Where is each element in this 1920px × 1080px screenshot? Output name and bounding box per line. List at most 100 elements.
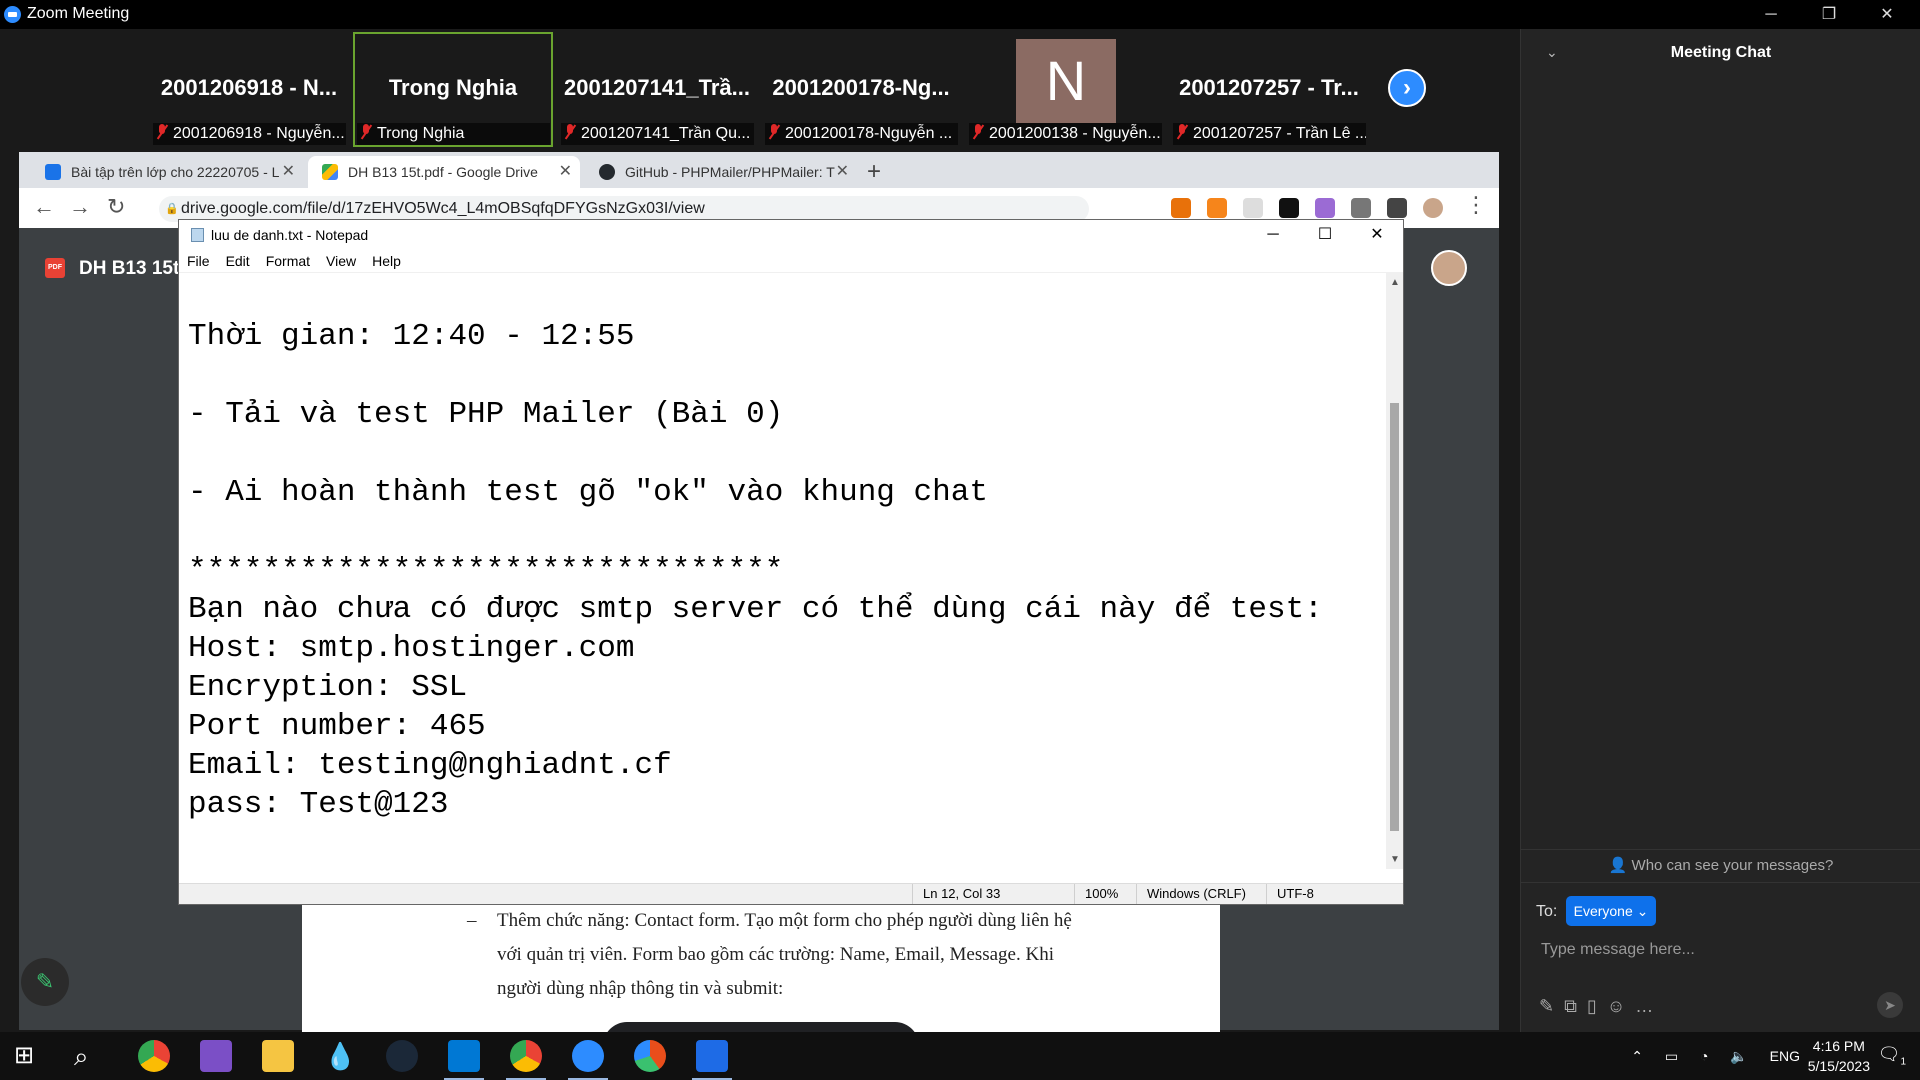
metamask-icon[interactable]	[1207, 198, 1227, 218]
vscode-icon[interactable]	[448, 1040, 480, 1072]
notepad-scrollbar[interactable]: ▲ ▼	[1386, 273, 1403, 869]
volume-icon[interactable]: 🔈	[1730, 1048, 1747, 1064]
file-icon[interactable]: ▯	[1587, 996, 1607, 1016]
emoji-icon[interactable]: ☺	[1607, 996, 1635, 1016]
chrome-profile-icon[interactable]	[510, 1040, 542, 1072]
menu-view[interactable]: View	[326, 253, 356, 269]
scrollbar-thumb[interactable]	[1390, 403, 1399, 831]
puzzle-icon[interactable]	[1351, 198, 1371, 218]
tab-classroom[interactable]: Bài tập trên lớp cho 22220705 - L ✕	[31, 156, 303, 188]
extension-icon[interactable]	[1279, 198, 1299, 218]
chat-message-input[interactable]	[1539, 934, 1903, 966]
scroll-down-icon[interactable]: ▼	[1390, 854, 1400, 865]
restore-button[interactable]: ❐	[1800, 0, 1858, 29]
notepad-icon	[191, 228, 204, 242]
page-text-line: người dùng nhập thông tin và submit:	[497, 978, 784, 999]
language-indicator[interactable]: ENG	[1770, 1048, 1800, 1064]
zoom-title-bar: Zoom Meeting ─ ❐ ✕	[0, 0, 1920, 29]
new-tab-button[interactable]: +	[867, 156, 881, 188]
who-can-see-text: Who can see your messages?	[1631, 857, 1834, 874]
more-icon[interactable]: …	[1635, 996, 1663, 1016]
send-icon[interactable]: ➤	[1877, 992, 1903, 1018]
notepad-maximize-button[interactable]: ☐	[1299, 220, 1351, 250]
notepad-title: luu de danh.txt - Notepad	[211, 227, 369, 243]
back-icon[interactable]: ←	[33, 194, 55, 220]
lock-icon: 🔒	[165, 203, 179, 215]
menu-edit[interactable]: Edit	[226, 253, 250, 269]
chat-title: Meeting Chat	[1670, 44, 1772, 61]
notepad-status-bar: Ln 12, Col 33 100% Windows (CRLF) UTF-8	[179, 883, 1403, 904]
participant-tile[interactable]: 2001200178-Ng... 2001200178-Nguyễn ...	[762, 33, 960, 146]
start-windows-icon[interactable]: ⊞	[14, 1040, 46, 1072]
meeting-chat-panel: ⌄ Meeting Chat 👤 Who can see your messag…	[1520, 29, 1920, 1032]
notepad-app-icon[interactable]	[696, 1040, 728, 1072]
participant-name: Trong Nghia	[388, 75, 518, 100]
droplet-app-icon[interactable]: 💧	[324, 1040, 356, 1072]
notepad-close-button[interactable]: ✕	[1351, 220, 1403, 250]
participant-name: 2001207257 - Tr...	[1179, 75, 1359, 100]
account-avatar[interactable]	[1431, 250, 1467, 286]
muted-mic-icon	[563, 124, 577, 140]
search-icon[interactable]: ⌕	[74, 1040, 106, 1072]
close-tab-icon[interactable]: ✕	[282, 156, 295, 188]
next-page-arrow-icon[interactable]: ›	[1388, 69, 1426, 107]
tab-github[interactable]: GitHub - PHPMailer/PHPMailer: T ✕	[585, 156, 857, 188]
notepad-text-area[interactable]: Thời gian: 12:40 - 12:55 - Tải và test P…	[179, 273, 1387, 869]
pycharm-icon[interactable]	[634, 1040, 666, 1072]
visual-studio-icon[interactable]	[200, 1040, 232, 1072]
participant-label: 2001207141_Trần Qu...	[561, 123, 754, 145]
extension-icon[interactable]	[1243, 198, 1263, 218]
menu-help[interactable]: Help	[372, 253, 401, 269]
close-tab-icon[interactable]: ✕	[836, 156, 849, 188]
tab-google-drive[interactable]: DH B13 15t.pdf - Google Drive ✕	[308, 156, 580, 188]
notepad-minimize-button[interactable]: ─	[1247, 220, 1299, 250]
participant-label: 2001200138 - Nguyễn...	[969, 123, 1162, 145]
list-dash: –	[467, 910, 477, 931]
participant-tile-active-speaker[interactable]: Trong Nghia Trong Nghia	[353, 32, 553, 147]
wifi-icon[interactable]: ◔	[1700, 1048, 1708, 1064]
recipient-dropdown[interactable]: Everyone ⌄	[1566, 896, 1656, 926]
participant-label-text: Trong Nghia	[377, 125, 465, 142]
screenshot-icon[interactable]: ⧉	[1564, 996, 1587, 1016]
who-can-see-messages[interactable]: 👤 Who can see your messages?	[1521, 849, 1920, 883]
forward-icon[interactable]: →	[69, 194, 91, 220]
close-tab-icon[interactable]: ✕	[559, 156, 572, 188]
zoom-app-icon[interactable]	[572, 1040, 604, 1072]
annotate-pen-icon[interactable]: ✎	[21, 958, 69, 1006]
kebab-menu-icon[interactable]: ⋮	[1465, 192, 1487, 218]
menu-file[interactable]: File	[187, 253, 210, 269]
steam-icon[interactable]	[386, 1040, 418, 1072]
participant-label-text: 2001206918 - Nguyễn...	[173, 125, 345, 142]
chrome-icon[interactable]	[138, 1040, 170, 1072]
battery-icon[interactable]: ▭	[1665, 1048, 1678, 1064]
close-button[interactable]: ✕	[1858, 0, 1916, 29]
chevron-up-icon[interactable]: ⌃	[1631, 1048, 1643, 1064]
extension-icon[interactable]	[1315, 198, 1335, 218]
line-ending: Windows (CRLF)	[1136, 884, 1246, 904]
side-panel-icon[interactable]	[1387, 198, 1407, 218]
participant-label-text: 2001200138 - Nguyễn...	[989, 125, 1161, 142]
participant-tile[interactable]: 2001206918 - N... 2001206918 - Nguyễn...	[150, 33, 348, 146]
profile-avatar[interactable]	[1423, 198, 1443, 218]
google-drive-icon	[322, 164, 338, 180]
participant-tile[interactable]: 2001207257 - Tr... 2001207257 - Trần Lê …	[1170, 33, 1368, 146]
format-icon[interactable]: ✎	[1539, 996, 1564, 1016]
muted-mic-icon	[767, 124, 781, 140]
classroom-icon	[45, 164, 61, 180]
extension-icon[interactable]	[1171, 198, 1191, 218]
minimize-button[interactable]: ─	[1742, 0, 1800, 29]
scroll-up-icon[interactable]: ▲	[1390, 277, 1400, 288]
participant-tile[interactable]: N 2001200138 - Nguyễn...	[966, 33, 1164, 146]
menu-format[interactable]: Format	[266, 253, 310, 269]
tab-label: Bài tập trên lớp cho 22220705 - L	[71, 164, 280, 180]
notification-center-icon[interactable]: 🗨1	[1878, 1044, 1906, 1068]
tab-label: DH B13 15t.pdf - Google Drive	[348, 164, 538, 180]
reload-icon[interactable]: ↻	[107, 194, 125, 220]
url-text: drive.google.com/file/d/17zEHVO5Wc4_L4mO…	[181, 200, 705, 217]
muted-mic-icon	[155, 124, 169, 140]
participant-tile[interactable]: 2001207141_Trầ... 2001207141_Trần Qu...	[558, 33, 756, 146]
tab-label: GitHub - PHPMailer/PHPMailer: T	[625, 164, 835, 180]
notepad-content[interactable]: Thời gian: 12:40 - 12:55 - Tải và test P…	[188, 317, 1323, 824]
taskbar-clock[interactable]: 4:16 PM 5/15/2023	[1808, 1036, 1870, 1076]
file-explorer-icon[interactable]	[262, 1040, 294, 1072]
